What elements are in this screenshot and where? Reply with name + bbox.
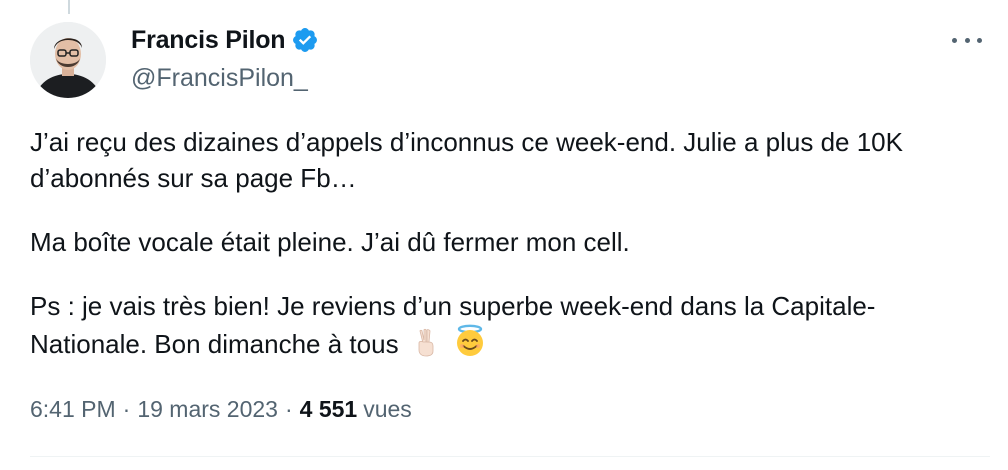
more-options-icon-dot xyxy=(964,37,970,43)
smiling-face-with-halo-emoji xyxy=(453,324,487,367)
author-handle[interactable]: @FrancisPilon_ xyxy=(131,64,319,93)
more-options-icon xyxy=(952,37,957,43)
meta-separator: · xyxy=(122,396,131,422)
tweet-header: Francis Pilon @FrancisPilon_ xyxy=(30,16,990,106)
tweet-paragraph: J’ai reçu des dizaines d’appels d’inconn… xyxy=(30,124,990,196)
display-name[interactable]: Francis Pilon xyxy=(131,26,286,55)
views-count: 4 551 xyxy=(299,396,358,422)
tweet-text: J’ai reçu des dizaines d’appels d’inconn… xyxy=(30,124,990,367)
avatar[interactable] xyxy=(30,22,106,98)
tweet-line: Ma boîte vocale était pleine. J’ai dû fe… xyxy=(30,227,630,257)
tweet-line: d’abonnés sur sa page Fb… xyxy=(30,163,357,193)
tweet-meta: 6:41 PM · 19 mars 2023 · 4 551 vues xyxy=(30,396,412,423)
tweet-paragraph: Ma boîte vocale était pleine. J’ai dû fe… xyxy=(30,224,990,260)
more-options-button[interactable] xyxy=(952,30,982,50)
tweet: Francis Pilon @FrancisPilon_ J’ai reçu d… xyxy=(0,0,1008,470)
tweet-line-with-emoji: Nationale. Bon dimanche à tous xyxy=(30,324,990,367)
views-label: vues xyxy=(363,396,412,422)
tweet-line-text: Nationale. Bon dimanche à tous xyxy=(30,329,399,359)
divider xyxy=(30,456,990,457)
author-names: Francis Pilon @FrancisPilon_ xyxy=(131,24,319,93)
tweet-paragraph: Ps : je vais très bien! Je reviens d’un … xyxy=(30,288,990,367)
tweet-time[interactable]: 6:41 PM xyxy=(30,396,116,423)
tweet-line: Ps : je vais très bien! Je reviens d’un … xyxy=(30,291,876,321)
display-name-row: Francis Pilon xyxy=(131,24,319,56)
more-options-icon-dot xyxy=(977,37,982,43)
tweet-line: J’ai reçu des dizaines d’appels d’inconn… xyxy=(30,127,903,157)
thread-line xyxy=(68,0,70,14)
avatar-image xyxy=(30,22,106,98)
meta-separator: · xyxy=(284,396,293,422)
verified-badge-icon[interactable] xyxy=(291,26,319,54)
tweet-date[interactable]: 19 mars 2023 xyxy=(137,396,278,423)
victory-hand-emoji xyxy=(411,328,441,367)
